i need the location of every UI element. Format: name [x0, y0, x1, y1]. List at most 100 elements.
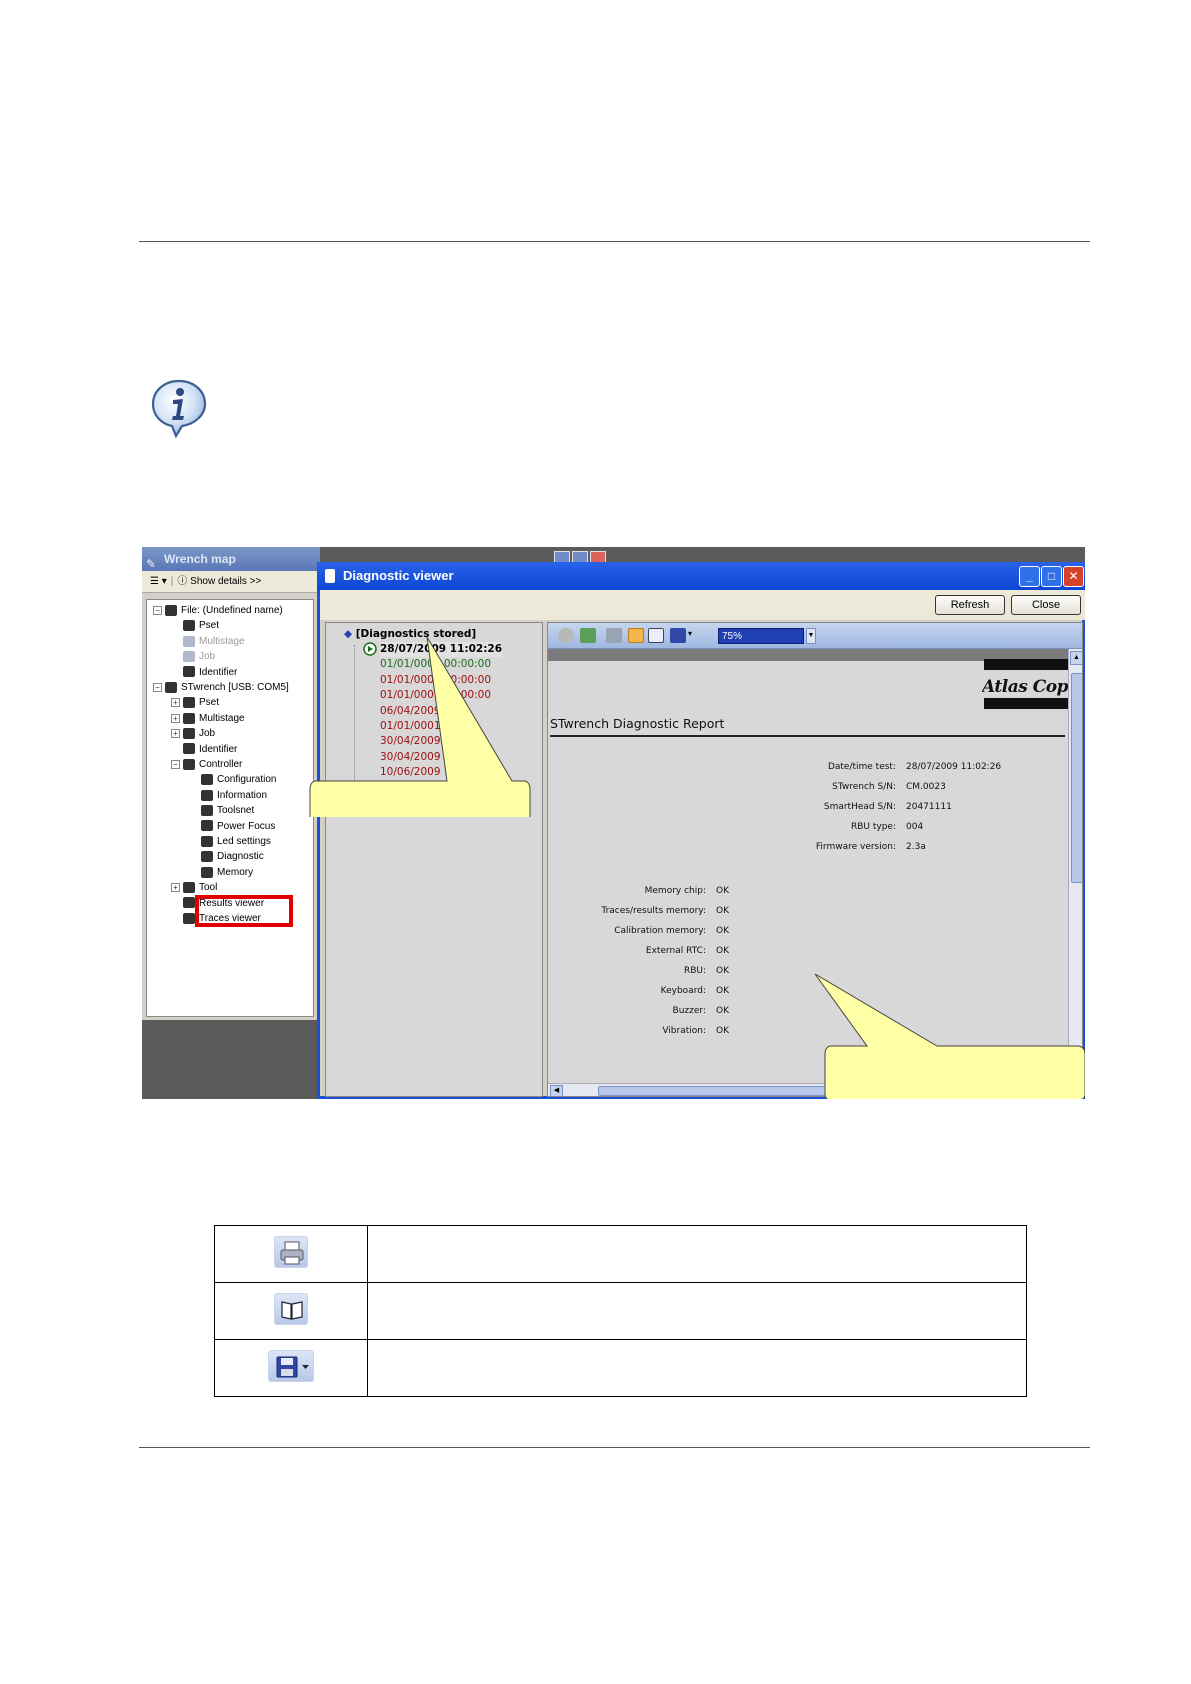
tree-node[interactable]: + Pset: [171, 696, 219, 710]
show-details-button[interactable]: Show details >>: [190, 576, 261, 587]
tree-node[interactable]: Led settings: [189, 835, 271, 849]
report-test-value: OK: [716, 966, 729, 976]
tree-node[interactable]: + Multistage: [171, 712, 245, 726]
tree-node[interactable]: − Controller: [171, 758, 242, 772]
report-test-value: OK: [716, 1026, 729, 1036]
page-setup-icon[interactable]: [648, 628, 664, 643]
report-test-label: Vibration:: [662, 1026, 706, 1036]
expand-icon[interactable]: +: [171, 729, 180, 739]
scroll-left-icon[interactable]: ◀: [550, 1085, 563, 1096]
collapse-icon[interactable]: −: [171, 759, 180, 769]
empty-area: [142, 1020, 320, 1099]
diagnostic-viewer-title: Diagnostic viewer: [343, 568, 454, 583]
tree-node[interactable]: Toolsnet: [189, 804, 254, 818]
report-info-value: 004: [906, 822, 924, 832]
tree-node[interactable]: Results viewer: [171, 897, 264, 911]
minimize-button[interactable]: _: [1019, 566, 1040, 587]
print-icon[interactable]: [606, 628, 622, 643]
tree-node-icon: [201, 805, 213, 817]
report-test-value: OK: [716, 926, 729, 936]
save-icon[interactable]: [670, 628, 686, 643]
tree-node-icon: [165, 604, 177, 616]
tree-node[interactable]: Information: [189, 789, 267, 803]
collapse-icon[interactable]: −: [153, 682, 162, 692]
tree-node[interactable]: Identifier: [171, 743, 237, 757]
vertical-scroll-thumb[interactable]: [1071, 673, 1082, 883]
tree-node[interactable]: − STwrench [USB: COM5]: [153, 681, 289, 695]
refresh-button[interactable]: Refresh: [935, 595, 1005, 615]
tree-node-label: Multistage: [199, 635, 245, 647]
tree-node-label: Information: [217, 789, 268, 801]
info-icon: [151, 379, 207, 438]
tree-node-icon: [201, 851, 213, 863]
tree-node-icon: [201, 789, 213, 801]
tree-node-label: Results viewer: [199, 897, 265, 909]
report-test-label: Buzzer:: [672, 1006, 706, 1016]
tree-node-icon: [183, 651, 195, 663]
zoom-select[interactable]: 75%: [718, 628, 804, 644]
icon-cell: [214, 1225, 368, 1283]
logo-bar-top: [984, 659, 1068, 670]
maximize-button[interactable]: □: [1041, 566, 1062, 587]
tree-node[interactable]: Power Focus: [189, 820, 275, 834]
report-info-value: 2.3a: [906, 842, 926, 852]
tree-node[interactable]: Pset: [171, 619, 219, 633]
save-dropdown-icon[interactable]: ▾: [688, 629, 692, 638]
tree-node[interactable]: Configuration: [189, 773, 276, 787]
tree-node-icon: [183, 620, 195, 632]
wrench-icon: ✎: [146, 557, 157, 571]
close-button[interactable]: Close: [1011, 595, 1081, 615]
tree-node-icon: [201, 774, 213, 786]
tree-node[interactable]: Diagnostic: [189, 850, 264, 864]
zoom-dropdown-icon[interactable]: ▼: [806, 628, 816, 644]
tree-node[interactable]: Traces viewer: [171, 912, 261, 926]
tree-node-icon: [183, 758, 195, 770]
refresh-icon[interactable]: [580, 628, 596, 643]
stop-icon[interactable]: [558, 628, 574, 643]
tree-node-label: Diagnostic: [217, 851, 264, 863]
page-layout-icon[interactable]: [628, 628, 644, 643]
tree-node[interactable]: Job: [171, 650, 215, 664]
tree-node-icon: [183, 897, 195, 909]
expand-icon[interactable]: +: [171, 883, 180, 893]
tree-node[interactable]: + Job: [171, 727, 215, 741]
callout-bubble-report: [814, 974, 1085, 1099]
expand-icon[interactable]: +: [171, 713, 180, 723]
tree-node-label: Memory: [217, 866, 254, 878]
report-test-value: OK: [716, 946, 729, 956]
tree-node-icon: [183, 882, 195, 894]
tree-node-icon: [183, 743, 195, 755]
tree-node-icon: [183, 666, 195, 678]
tree-view-icon[interactable]: ☰ ▾: [150, 576, 167, 587]
diagnostic-viewer-titlebar[interactable]: Diagnostic viewer _ □ ✕: [317, 562, 1085, 590]
details-icon: ⓘ: [177, 576, 188, 587]
table-row: [214, 1282, 1027, 1340]
tree-node-icon: [183, 912, 195, 924]
expand-icon[interactable]: +: [171, 698, 180, 708]
tree-node[interactable]: Multistage: [171, 635, 245, 649]
collapse-icon[interactable]: −: [153, 605, 162, 615]
tree-node[interactable]: − File: (Undefined name): [153, 604, 283, 618]
close-window-button[interactable]: ✕: [1063, 566, 1084, 587]
wrench-map-title: Wrench map: [164, 552, 236, 566]
report-test-value: OK: [716, 906, 729, 916]
icon-cell: [214, 1339, 368, 1397]
tree-node-label: Power Focus: [217, 820, 276, 832]
tree-node-label: Led settings: [217, 836, 271, 847]
tree-node[interactable]: Memory: [189, 866, 253, 880]
report-test-label: Traces/results memory:: [601, 906, 706, 916]
tree-node-label: Controller: [199, 759, 243, 770]
table-row: [214, 1339, 1027, 1397]
report-test-value: OK: [716, 1006, 729, 1016]
description-cell: [367, 1282, 1027, 1340]
report-info-label: SmartHead S/N:: [823, 802, 896, 812]
tree-node-label: Job: [199, 651, 216, 663]
tree-node[interactable]: + Tool: [171, 881, 217, 895]
tree-node-label: Traces viewer: [199, 913, 261, 924]
tree-node-icon: [183, 635, 195, 647]
tree-node[interactable]: Identifier: [171, 666, 237, 680]
scroll-up-icon[interactable]: ▲: [1070, 651, 1082, 665]
wrench-map-titlebar[interactable]: ✎ Wrench map: [142, 547, 320, 571]
report-test-label: Calibration memory:: [614, 926, 706, 936]
wrench-map-toolbar: ☰ ▾ | ⓘ Show details >>: [142, 571, 320, 593]
